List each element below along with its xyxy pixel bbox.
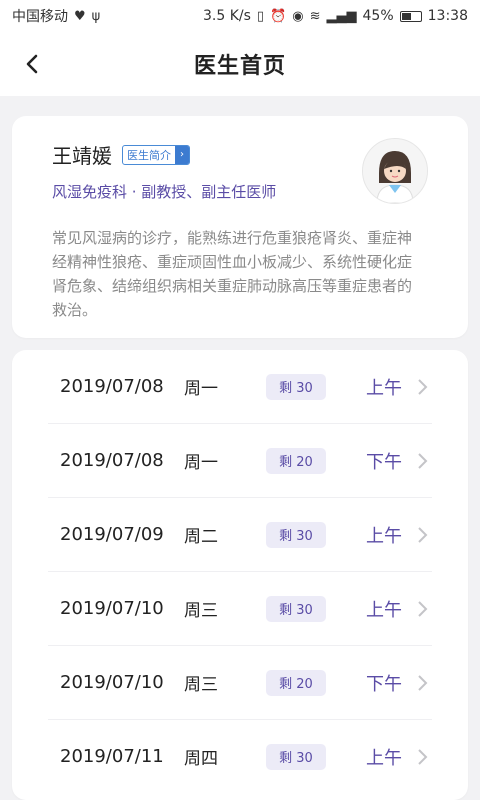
remaining-badge: 剩 20 — [266, 447, 326, 474]
doctor-intro-button[interactable]: 医生简介 › — [122, 144, 190, 165]
schedule-period: 下午 — [366, 673, 402, 695]
schedule-row[interactable]: 2019/07/09 周二 剩 30 上午 — [48, 498, 432, 572]
schedule-row[interactable]: 2019/07/08 周一 剩 20 下午 — [48, 424, 432, 498]
schedule-period: 上午 — [366, 377, 402, 399]
network-speed: 3.5 K/s — [203, 8, 251, 24]
remaining-badge: 剩 30 — [266, 521, 326, 548]
schedule-period: 下午 — [366, 451, 402, 473]
alarm-icon: ⏰ — [270, 8, 287, 24]
back-button[interactable] — [18, 50, 46, 78]
schedule-period: 上午 — [366, 747, 402, 769]
schedule-weekday: 周三 — [184, 675, 218, 695]
chevron-right-icon — [416, 748, 432, 766]
doctor-card: 王靖媛 医生简介 › 风湿免疫科 · 副教授、副主任医师 常见风湿病的诊疗，能熟… — [12, 116, 468, 338]
chevron-left-icon — [26, 54, 38, 74]
schedule-row[interactable]: 2019/07/08 周一 剩 30 上午 — [48, 350, 432, 424]
doctor-avatar — [362, 138, 428, 204]
remaining-badge: 剩 30 — [266, 595, 326, 622]
schedule-row[interactable]: 2019/07/11 周四 剩 30 上午 — [48, 720, 432, 793]
chevron-right-icon — [416, 674, 432, 692]
usb-icon: ψ — [91, 8, 101, 24]
schedule-date: 2019/07/09 — [60, 524, 164, 545]
chevron-right-icon — [416, 452, 432, 470]
schedule-date: 2019/07/10 — [60, 672, 164, 693]
doctor-avatar-illustration — [363, 139, 427, 203]
battery-icon — [399, 10, 422, 22]
schedule-period: 上午 — [366, 599, 402, 621]
doctor-description: 常见风湿病的诊疗，能熟练进行危重狼疮肾炎、重症神经精神性狼疮、重症顽固性血小板减… — [52, 229, 413, 319]
vibrate-icon: ▯ — [256, 8, 265, 24]
carrier-label: 中国移动 — [12, 9, 68, 25]
app-header: 医生首页 — [0, 32, 480, 96]
schedule-row[interactable]: 2019/07/10 周三 剩 20 下午 — [48, 646, 432, 720]
clock: 13:38 — [427, 8, 468, 24]
schedule-date: 2019/07/11 — [60, 746, 164, 767]
schedule-period: 上午 — [366, 525, 402, 547]
schedule-weekday: 周三 — [184, 601, 218, 621]
eye-icon: ◉ — [292, 8, 304, 24]
battery-percent: 45% — [362, 8, 394, 24]
remaining-badge: 剩 30 — [266, 743, 326, 770]
chevron-right-icon — [416, 378, 432, 396]
schedule-date: 2019/07/10 — [60, 598, 164, 619]
intro-tag-label: 医生简介 — [127, 148, 171, 162]
signal-icon: ▂▄▆ — [326, 8, 357, 24]
schedule-list: 2019/07/08 周一 剩 30 上午 2019/07/08 周一 剩 20… — [12, 350, 468, 800]
heart-icon: ♥ — [74, 8, 86, 24]
page-title: 医生首页 — [193, 54, 286, 79]
wifi-icon: ≋ — [309, 8, 321, 24]
chevron-right-icon — [416, 526, 432, 544]
doctor-name: 王靖媛 — [52, 144, 112, 168]
remaining-badge: 剩 20 — [266, 669, 326, 696]
schedule-weekday: 周四 — [184, 749, 218, 769]
chevron-right-icon: › — [175, 145, 189, 164]
schedule-weekday: 周一 — [184, 453, 218, 473]
schedule-weekday: 周二 — [184, 527, 218, 547]
schedule-weekday: 周一 — [184, 379, 218, 399]
status-bar: 中国移动 ♥ ψ 3.5 K/s ▯ ⏰ ◉ ≋ ▂▄▆ 45% 13:38 — [0, 0, 480, 32]
schedule-date: 2019/07/08 — [60, 450, 164, 471]
schedule-date: 2019/07/08 — [60, 376, 164, 397]
remaining-badge: 剩 30 — [266, 373, 326, 400]
schedule-row[interactable]: 2019/07/10 周三 剩 30 上午 — [48, 572, 432, 646]
chevron-right-icon — [416, 600, 432, 618]
